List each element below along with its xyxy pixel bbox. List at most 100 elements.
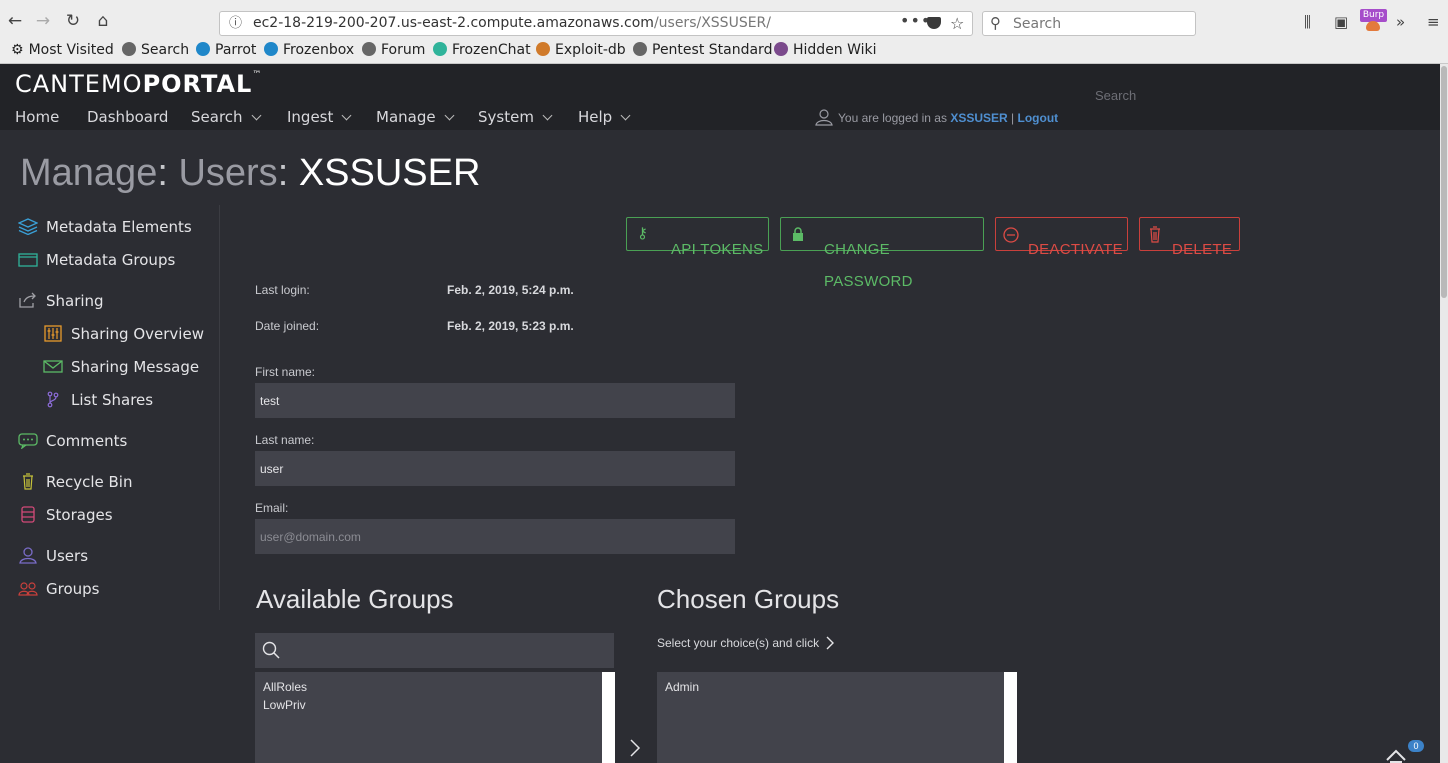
layers-icon [18,218,38,235]
library-icon[interactable]: ⫼ [1304,13,1311,31]
hamburger-menu-icon[interactable]: ≡ [1427,13,1440,31]
scroll-to-top-icon[interactable] [1385,745,1407,763]
breadcrumb-separator: : [277,152,289,194]
burp-extension-icon[interactable] [1366,21,1380,31]
deactivate-button[interactable]: DEACTIVATE [995,217,1128,258]
bookmark-parrot[interactable]: Parrot [196,42,256,58]
list-item[interactable]: Admin [657,678,1004,696]
sidebar-item-metadata-groups[interactable]: Metadata Groups [18,251,175,269]
chevron-down-icon [620,110,631,121]
nav-ingest[interactable]: Ingest [287,108,352,126]
sidebar-toggle-icon[interactable]: ▣ [1334,13,1348,31]
delete-button[interactable]: DELETE [1139,217,1240,258]
trash-icon [23,473,33,490]
sidebar-item-sharing-message[interactable]: Sharing Message [43,358,199,376]
available-groups-heading: Available Groups [256,584,454,614]
sidebar-item-metadata-elements[interactable]: Metadata Elements [18,218,192,236]
overflow-chevron-icon[interactable]: » [1396,13,1405,31]
page-title: Manage: Users: XSSUSER [20,152,480,195]
sidebar-item-sharing-overview[interactable]: Sharing Overview [43,325,204,343]
choice-hint: Select your choice(s) and click [657,636,835,650]
first-name-field[interactable] [255,383,735,418]
nav-search[interactable]: Search [191,108,261,126]
nav-home[interactable]: Home [15,108,59,126]
home-icon[interactable]: ⌂ [93,11,113,31]
sidebar-item-label: Metadata Elements [46,218,192,236]
reload-icon[interactable]: ↻ [63,11,83,31]
available-groups-list[interactable]: AllRoles LowPriv [255,672,615,763]
sidebar-item-groups[interactable]: Groups [18,580,99,598]
browser-toolbar: ← → ↻ ⌂ ⓘ ec2-18-219-200-207.us-east-2.c… [0,0,1448,40]
logout-link[interactable]: Logout [1018,111,1059,125]
bookmark-most-visited[interactable]: ⚙ Most Visited [11,42,114,58]
sidebar-item-sharing[interactable]: Sharing [18,292,104,310]
last-name-label: Last name: [255,433,315,447]
button-label: API TOKENS [671,241,764,258]
available-groups-filter-input[interactable] [255,633,614,668]
search-icon [262,641,280,659]
browser-search-input[interactable] [1013,15,1183,33]
sidebar-item-recycle-bin[interactable]: Recycle Bin [18,473,132,491]
equalizer-icon [44,325,62,342]
sidebar-item-label: List Shares [71,391,154,409]
chosen-groups-list[interactable]: Admin [657,672,1017,763]
sidebar-item-label: Comments [46,432,128,450]
bookmark-forum[interactable]: Forum [362,42,425,58]
last-name-field[interactable] [255,451,735,486]
portal-search-input[interactable] [1095,88,1295,103]
search-icon: ⚲ [990,14,1001,32]
add-to-chosen-arrow-icon[interactable] [629,739,641,757]
sidebar-item-list-shares[interactable]: List Shares [43,391,153,409]
frozenbox-icon [264,42,278,56]
change-password-button[interactable]: CHANGE PASSWORD [780,217,984,290]
nav-manage[interactable]: Manage [376,108,455,126]
breadcrumb-manage[interactable]: Manage [20,152,157,194]
nav-system[interactable]: System [478,108,553,126]
globe-icon [122,42,136,56]
last-login-value: Feb. 2, 2019, 5:24 p.m. [447,283,574,297]
bookmark-label: Forum [381,42,426,58]
sidebar-item-storages[interactable]: Storages [18,506,113,524]
lock-icon [793,227,803,241]
logo-trademark: ™ [252,70,263,80]
address-url[interactable]: ec2-18-219-200-207.us-east-2.compute.ama… [253,12,771,35]
bookmark-exploit-db[interactable]: Exploit-db [536,42,626,58]
email-field[interactable] [255,519,735,554]
back-arrow-icon[interactable]: ← [5,11,25,31]
page-scrollbar[interactable] [1440,64,1448,763]
sidebar-item-comments[interactable]: Comments [18,432,127,450]
sidebar-item-label: Sharing Message [71,358,200,376]
share-icon [19,292,36,308]
sidebar-item-users[interactable]: Users [18,547,88,565]
comment-icon [18,433,38,449]
bookmark-frozenbox[interactable]: Frozenbox [264,42,354,58]
bookmark-hidden-wiki[interactable]: Hidden Wiki [774,42,877,58]
scrollbar-thumb[interactable] [1441,66,1447,298]
pocket-icon[interactable] [927,17,941,29]
key-icon: ⚷ [637,225,649,242]
list-item[interactable]: AllRoles [255,678,602,696]
forward-arrow-icon[interactable]: → [33,11,53,31]
nav-help[interactable]: Help [578,108,631,126]
bookmark-frozenchat[interactable]: FrozenChat [433,42,531,58]
bookmark-pentest-standard[interactable]: Pentest Standard [633,42,772,58]
button-label: CHANGE PASSWORD [824,241,913,290]
bookmark-label: Parrot [215,42,257,58]
gear-icon: ⚙ [11,42,24,58]
browser-search-bar[interactable]: ⚲ [982,11,1196,36]
logged-in-username[interactable]: XSSUSER [950,111,1007,125]
breadcrumb-users[interactable]: Users [178,152,277,194]
nav-dashboard[interactable]: Dashboard [87,108,168,126]
nav-label: System [478,108,534,126]
list-item[interactable]: LowPriv [255,696,602,714]
cantemo-portal-logo[interactable]: CANTEMOPORTAL™ [15,70,262,98]
nav-label: Manage [376,108,436,126]
bookmark-star-icon[interactable]: ☆ [950,12,964,35]
api-tokens-button[interactable]: ⚷ API TOKENS [626,217,769,258]
choice-hint-text: Select your choice(s) and click [657,636,820,650]
address-bar[interactable]: ⓘ ec2-18-219-200-207.us-east-2.compute.a… [219,11,973,36]
site-info-icon[interactable]: ⓘ [229,12,242,35]
sidebar-item-label: Storages [46,506,113,524]
notification-badge[interactable]: 0 [1408,740,1424,752]
bookmark-search[interactable]: Search [122,42,189,58]
